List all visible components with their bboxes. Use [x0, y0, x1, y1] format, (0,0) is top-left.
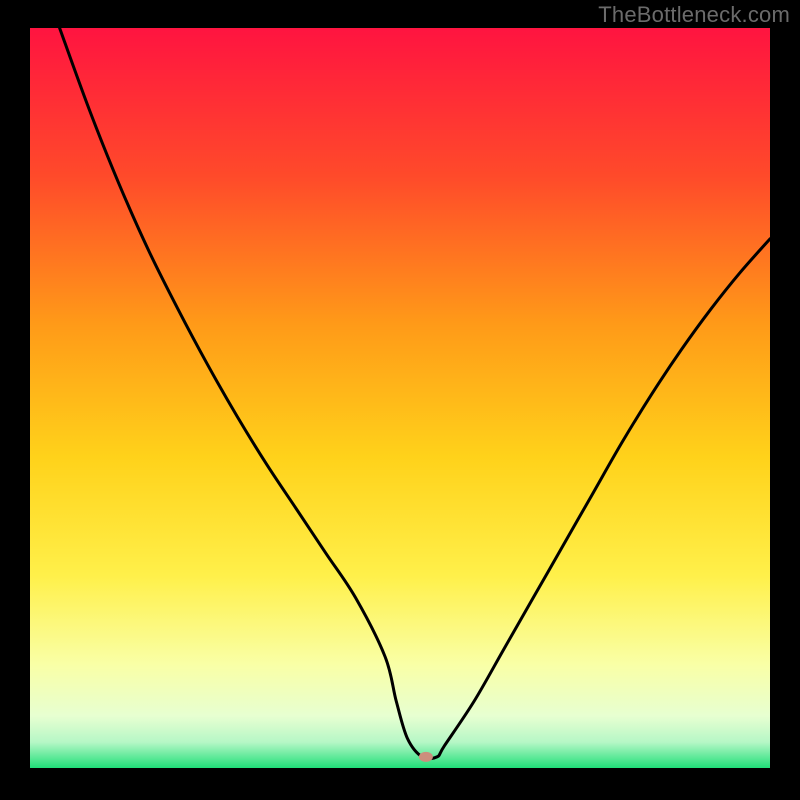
gradient-background	[30, 28, 770, 768]
marker-point	[419, 752, 433, 762]
plot-area	[30, 28, 770, 768]
chart-frame: TheBottleneck.com	[0, 0, 800, 800]
chart-svg	[30, 28, 770, 768]
watermark-text: TheBottleneck.com	[598, 2, 790, 28]
